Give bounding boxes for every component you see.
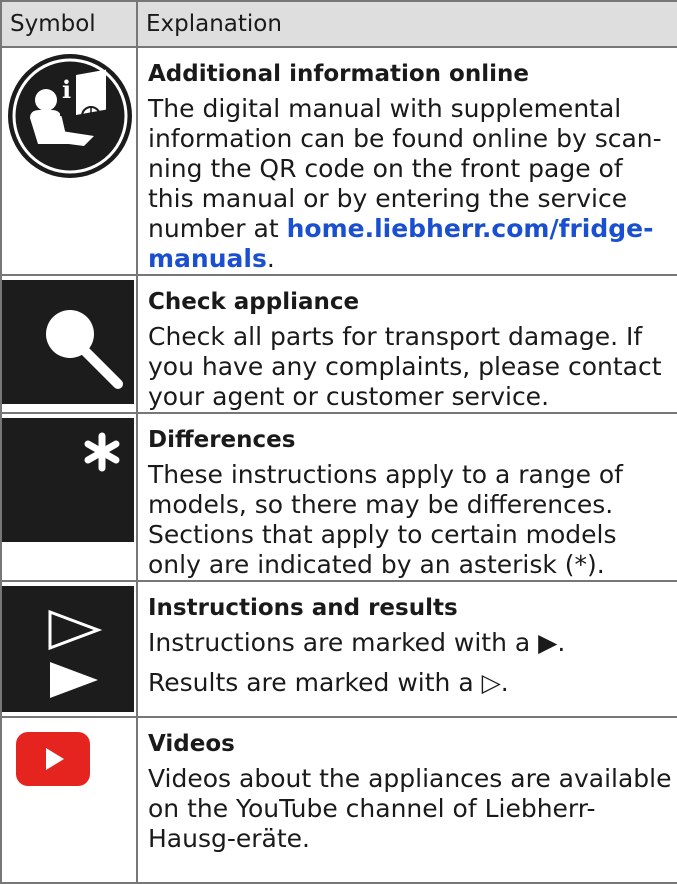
info-online-icon: i — [8, 54, 132, 178]
explanation-cell: Differences These instructions apply to … — [136, 412, 677, 582]
magnifier-icon — [2, 280, 134, 404]
row-text: Check all parts for transport damage. If… — [148, 322, 662, 411]
table-row: Differences These instructions apply to … — [0, 412, 677, 582]
symbol-table: Symbol Explanation i Additional informat… — [0, 0, 677, 884]
table-row: i Additional information online The digi… — [0, 46, 677, 276]
symbol-cell — [0, 580, 138, 718]
row-text-results: Results are marked with a ▷. — [148, 668, 509, 697]
row-text-end: . — [266, 244, 275, 273]
row-text-instructions: Instructions are marked with a ▶. — [148, 628, 566, 657]
row-text: The digital manual with supplemental inf… — [148, 94, 673, 274]
symbol-cell: i — [0, 46, 138, 276]
explanation-cell: Additional information online The digita… — [136, 46, 677, 276]
symbol-cell — [0, 716, 138, 884]
symbol-cell — [0, 412, 138, 582]
header-explanation: Explanation — [136, 0, 677, 48]
table-header-row: Symbol Explanation — [0, 0, 677, 48]
header-symbol: Symbol — [0, 0, 138, 48]
svg-text:i: i — [62, 75, 71, 104]
row-title: Differences — [148, 427, 296, 453]
row-text: These instructions apply to a range of m… — [148, 460, 623, 579]
row-title: Check appliance — [148, 289, 360, 315]
explanation-cell: Videos Videos about the appliances are a… — [136, 716, 677, 884]
instruction-arrows-icon — [2, 586, 134, 712]
row-title: Instructions and results — [148, 595, 458, 621]
row-title: Videos — [148, 731, 235, 757]
explanation-cell: Check appliance Check all parts for tran… — [136, 274, 677, 414]
row-title: Additional information online — [148, 61, 529, 87]
explanation-cell: Instructions and results Instructions ar… — [136, 580, 677, 718]
symbol-cell — [0, 274, 138, 414]
table-row: Videos Videos about the appliances are a… — [0, 716, 677, 884]
youtube-icon — [16, 732, 90, 786]
asterisk-icon — [2, 418, 134, 542]
row-text: Videos about the appliances are availabl… — [148, 764, 672, 853]
table-row: Instructions and results Instructions ar… — [0, 580, 677, 718]
table-row: Check appliance Check all parts for tran… — [0, 274, 677, 414]
